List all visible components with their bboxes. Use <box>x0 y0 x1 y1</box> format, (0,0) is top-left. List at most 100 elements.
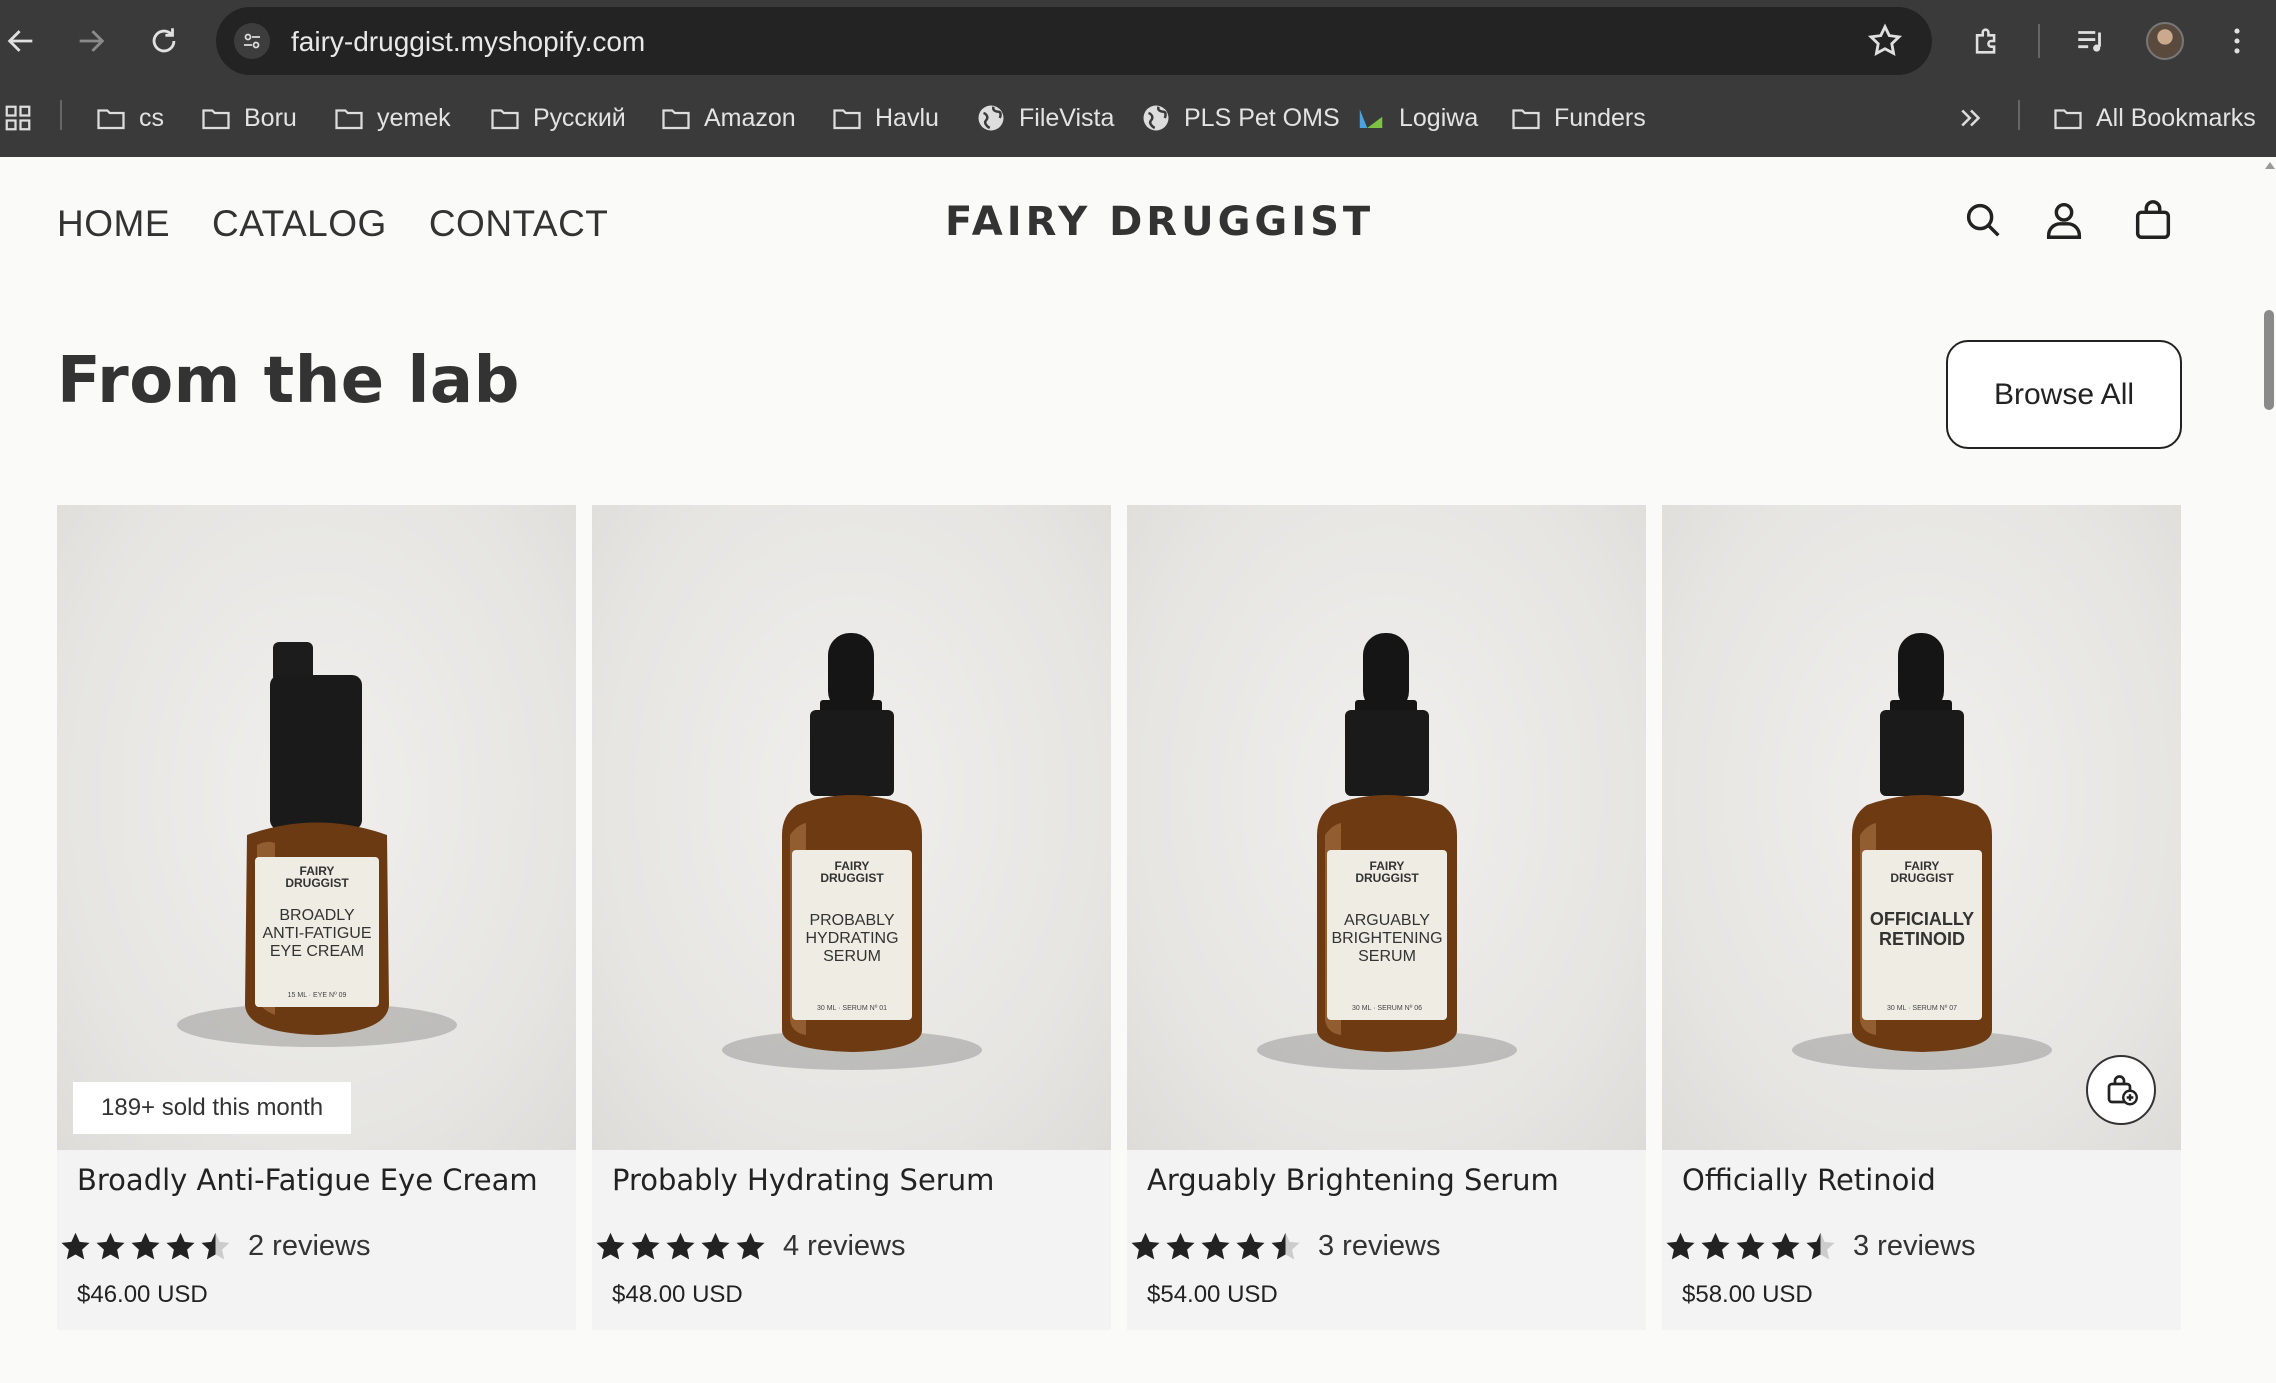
product-image[interactable]: FAIRY DRUGGIST ARGUABLY BRIGHTENING SERUM 30 … <box>1127 505 1646 1150</box>
folder-icon <box>95 103 127 133</box>
svg-text:30 ML · SERUM Nº 07: 30 ML · SERUM Nº 07 <box>1887 1005 1957 1012</box>
store-logo[interactable]: FAIRY DRUGGIST <box>945 199 1374 245</box>
bookmark-label: PLS Pet OMS <box>1184 103 1340 132</box>
product-card[interactable]: FAIRY DRUGGIST BROADLY ANTI-FATIGUE EYE CREA… <box>57 505 576 1330</box>
product-bottle-image: FAIRYDRUGGISTOFFICIALLYRETINOID30 ML · S… <box>1792 633 2052 1070</box>
bookmark-yemek[interactable]: yemek <box>333 98 451 138</box>
bookmark-amazon[interactable]: Amazon <box>660 98 796 138</box>
svg-text:ARGUABLY: ARGUABLY <box>1344 912 1430 929</box>
cart-bag-icon[interactable] <box>2130 197 2176 243</box>
bookmark-label: FileVista <box>1019 103 1115 132</box>
bookmark-label: yemek <box>377 103 451 132</box>
product-price: $48.00 USD <box>612 1281 743 1308</box>
svg-text:BROADLY: BROADLY <box>279 907 355 924</box>
product-title[interactable]: Arguably Brightening Serum <box>1147 1163 1559 1197</box>
bookmark-label: Boru <box>244 103 297 132</box>
product-title[interactable]: Broadly Anti-Fatigue Eye Cream <box>77 1163 538 1197</box>
star-full-icon <box>1701 1232 1730 1260</box>
svg-text:15 ML · EYE Nº 09: 15 ML · EYE Nº 09 <box>288 992 347 999</box>
media-control-icon[interactable] <box>2070 20 2112 62</box>
review-count: 3 reviews <box>1318 1230 1441 1262</box>
all-bookmarks[interactable]: All Bookmarks <box>2052 98 2256 138</box>
bookmark-cs[interactable]: cs <box>95 98 164 138</box>
bookmark-logiwa[interactable]: Logiwa <box>1355 98 1478 138</box>
main-nav: HOME CATALOG CONTACT <box>57 203 608 245</box>
bookmarks-overflow-icon[interactable] <box>1955 98 1987 138</box>
menu-kebab-icon[interactable] <box>2216 20 2258 62</box>
bookmark-label: cs <box>139 103 164 132</box>
bookmark-label: Funders <box>1554 103 1646 132</box>
back-icon[interactable] <box>0 20 42 62</box>
apps-grid-icon[interactable] <box>2 98 34 138</box>
svg-text:30 ML · SERUM Nº 06: 30 ML · SERUM Nº 06 <box>1352 1005 1422 1012</box>
toolbar-divider <box>2038 24 2040 58</box>
browser-toolbar: fairy-druggist.myshopify.com <box>0 0 2276 82</box>
star-full-icon <box>1771 1232 1800 1260</box>
folder-icon <box>660 103 692 133</box>
quick-add-cart-button[interactable] <box>2086 1055 2156 1125</box>
product-image[interactable]: FAIRY DRUGGIST PROBABLY HYDRATING SERUM 30 ML… <box>592 505 1111 1150</box>
site-info-icon[interactable] <box>234 23 270 59</box>
svg-text:PROBABLY: PROBABLY <box>809 912 894 929</box>
review-count: 2 reviews <box>248 1230 371 1262</box>
product-price: $46.00 USD <box>77 1281 208 1308</box>
url-text[interactable]: fairy-druggist.myshopify.com <box>291 26 645 58</box>
rating-stars <box>594 1230 767 1263</box>
product-price: $54.00 USD <box>1147 1281 1278 1308</box>
bookmark-funders[interactable]: Funders <box>1510 98 1646 138</box>
scroll-up-arrow-icon[interactable] <box>2265 162 2275 169</box>
star-full-icon <box>736 1232 765 1260</box>
svg-text:DRUGGIST: DRUGGIST <box>1890 871 1954 885</box>
svg-text:DRUGGIST: DRUGGIST <box>1355 871 1419 885</box>
product-bottle-image: FAIRYDRUGGISTARGUABLYBRIGHTENINGSERUM30 … <box>1257 633 1517 1070</box>
star-full-icon <box>631 1232 660 1260</box>
product-card[interactable]: FAIRY DRUGGIST ARGUABLY BRIGHTENING SERUM 30 … <box>1127 505 1646 1330</box>
browse-all-button[interactable]: Browse All <box>1946 340 2182 449</box>
nav-catalog[interactable]: CATALOG <box>212 203 387 245</box>
account-icon[interactable] <box>2041 197 2087 243</box>
product-title[interactable]: Probably Hydrating Serum <box>612 1163 994 1197</box>
bookmark-pls-pet-oms[interactable]: PLS Pet OMS <box>1140 98 1340 138</box>
scrollbar-thumb[interactable] <box>2264 310 2274 410</box>
globe-icon <box>1140 103 1172 133</box>
address-bar[interactable]: fairy-druggist.myshopify.com <box>216 7 1932 75</box>
forward-icon[interactable] <box>70 20 112 62</box>
star-full-icon <box>1666 1232 1695 1260</box>
svg-text:ANTI-FATIGUE: ANTI-FATIGUE <box>262 925 371 942</box>
nav-home[interactable]: HOME <box>57 203 170 245</box>
product-card[interactable]: FAIRY DRUGGIST OFFICIALLY RETINOID 30 ML · S… <box>1662 505 2181 1330</box>
product-rating: 4 reviews <box>594 1230 906 1263</box>
product-rating: 3 reviews <box>1129 1230 1441 1263</box>
svg-text:OFFICIALLY: OFFICIALLY <box>1870 909 1974 929</box>
bookmark-boru[interactable]: Boru <box>200 98 297 138</box>
rating-stars <box>1129 1230 1302 1263</box>
folder-icon <box>2054 109 2082 130</box>
svg-text:DRUGGIST: DRUGGIST <box>285 876 349 890</box>
star-half-icon <box>1271 1232 1300 1260</box>
bookmark-русский[interactable]: Русский <box>489 98 626 138</box>
star-half-icon <box>201 1232 230 1260</box>
star-full-icon <box>596 1232 625 1260</box>
svg-text:SERUM: SERUM <box>823 948 881 965</box>
bookmark-filevista[interactable]: FileVista <box>975 98 1114 138</box>
product-title[interactable]: Officially Retinoid <box>1682 1163 1936 1197</box>
reload-icon[interactable] <box>143 20 185 62</box>
nav-contact[interactable]: CONTACT <box>429 203 609 245</box>
rating-stars <box>59 1230 232 1263</box>
add-to-bag-icon <box>2107 1075 2138 1106</box>
product-rating: 2 reviews <box>59 1230 371 1263</box>
logiwa-icon <box>1355 103 1387 133</box>
product-image[interactable]: FAIRY DRUGGIST BROADLY ANTI-FATIGUE EYE CREA… <box>57 505 576 1150</box>
search-icon[interactable] <box>1960 197 2006 243</box>
bookmark-star-icon[interactable] <box>1866 22 1904 60</box>
product-rating: 3 reviews <box>1664 1230 1976 1263</box>
all-bookmarks-label: All Bookmarks <box>2096 103 2256 132</box>
product-card[interactable]: FAIRY DRUGGIST PROBABLY HYDRATING SERUM 30 ML… <box>592 505 1111 1330</box>
bookmark-havlu[interactable]: Havlu <box>831 98 939 138</box>
extensions-icon[interactable] <box>1966 20 2008 62</box>
star-full-icon <box>1736 1232 1765 1260</box>
svg-text:30 ML · SERUM Nº 01: 30 ML · SERUM Nº 01 <box>817 1005 887 1012</box>
review-count: 4 reviews <box>783 1230 906 1262</box>
profile-avatar[interactable] <box>2146 22 2184 60</box>
product-image[interactable]: FAIRY DRUGGIST OFFICIALLY RETINOID 30 ML · S… <box>1662 505 2181 1150</box>
